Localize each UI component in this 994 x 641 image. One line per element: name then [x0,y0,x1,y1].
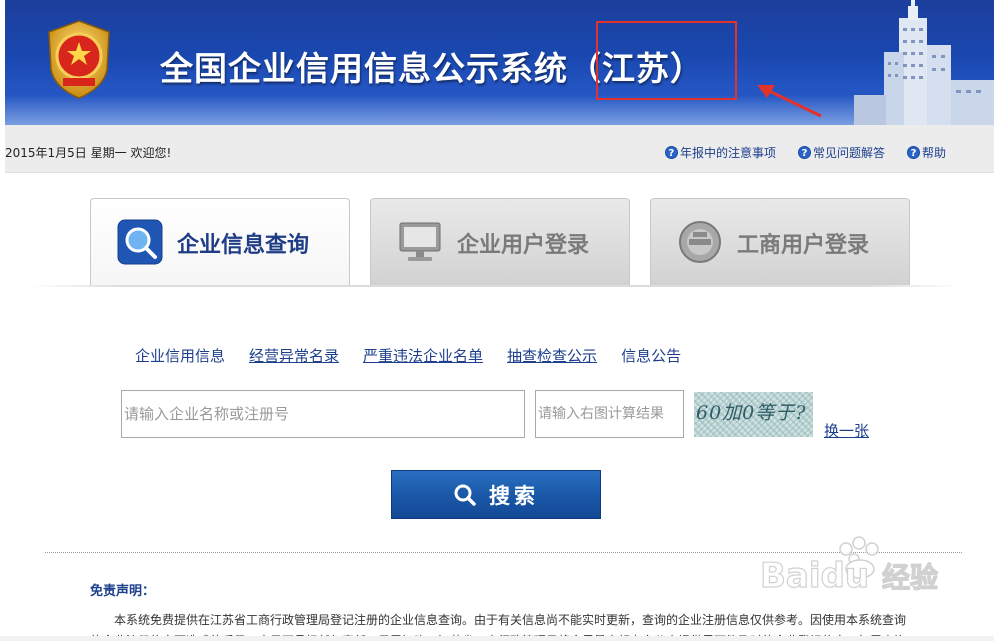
search-icon [454,484,476,506]
link-faq[interactable]: ? 常见问题解答 [797,144,885,161]
region-highlight-box [596,21,737,100]
search-button-label: 搜索 [489,483,539,508]
buildings-illustration [854,0,994,125]
change-captcha-link[interactable]: 换一张 [824,420,869,441]
link-help[interactable]: ? 帮助 [906,144,946,161]
link-label: 帮助 [921,146,946,160]
emblem-icon [679,221,721,263]
captcha-text: 60加0等于? [696,402,807,424]
site-header: 全国企业信用信息公示系统（江苏） [5,0,994,125]
category-serious-violation-list[interactable]: 严重违法企业名单 [363,345,483,366]
national-emblem-icon [48,20,110,99]
bottom-strip [0,636,994,641]
link-annual-report-notes[interactable]: ? 年报中的注意事项 [664,144,776,161]
tab-label: 工商用户登录 [737,233,870,258]
question-icon: ? [906,146,920,159]
category-info-announcement[interactable]: 信息公告 [621,345,681,366]
link-label: 常见问题解答 [812,146,885,160]
captcha-image: 60加0等于? [694,392,813,437]
top-links: ? 年报中的注意事项 ? 常见问题解答 ? 帮助 [664,144,946,161]
baidu-watermark-icon: Baidu 经验 [760,536,939,597]
category-links: 企业信用信息 经营异常名录 严重违法企业名单 抽查检查公示 信息公告 [135,345,681,366]
tab-label: 企业信息查询 [177,233,310,258]
date-greeting: 2015年1月5日 星期一 欢迎您! [5,146,172,160]
monitor-icon [399,222,441,261]
tab-divider [30,285,960,287]
category-inspection-notice[interactable]: 抽查检查公示 [507,345,597,366]
question-icon: ? [797,146,811,159]
search-button[interactable]: 搜索 [391,470,601,519]
link-label: 年报中的注意事项 [679,146,776,160]
category-credit-info[interactable]: 企业信用信息 [135,345,225,366]
annotation-arrow-icon [757,85,822,118]
info-bar: 2015年1月5日 星期一 欢迎您! ? 年报中的注意事项 ? 常见问题解答 ?… [5,125,994,173]
tab-aic-user-login[interactable]: 工商用户登录 [650,198,910,285]
captcha-answer-input[interactable] [535,390,684,438]
question-icon: ? [664,146,678,159]
tab-enterprise-user-login[interactable]: 企业用户登录 [370,198,630,285]
disclaimer-title: 免责声明： [90,584,156,599]
category-abnormal-list[interactable]: 经营异常名录 [249,345,339,366]
company-search-input[interactable] [121,390,525,438]
watermark-suffix: 经验 [882,561,938,594]
tab-enterprise-info-query[interactable]: 企业信息查询 [90,198,350,285]
watermark-brand: Baidu [760,556,869,596]
magnifier-icon [117,219,163,265]
tab-label: 企业用户登录 [457,233,590,258]
